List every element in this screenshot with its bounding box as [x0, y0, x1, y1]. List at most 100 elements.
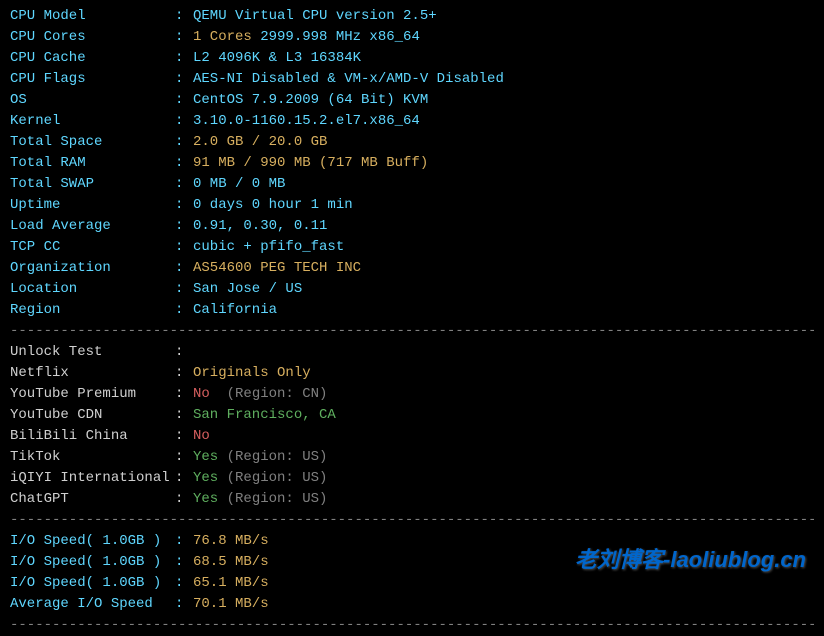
io-speed-1-value: 76.8 MB/s: [193, 533, 269, 549]
separator: :: [175, 48, 193, 69]
cpu-model-row: CPU Model: QEMU Virtual CPU version 2.5+: [10, 6, 814, 27]
load-avg-value: 0.91, 0.30, 0.11: [193, 218, 327, 234]
cpu-flags-label: CPU Flags: [10, 69, 175, 90]
separator: :: [175, 573, 193, 594]
netflix-row: Netflix: Originals Only: [10, 363, 814, 384]
tcp-cc-row: TCP CC: cubic + pfifo_fast: [10, 237, 814, 258]
separator: :: [175, 342, 193, 363]
youtube-premium-status: No: [193, 386, 210, 402]
total-ram-label: Total RAM: [10, 153, 175, 174]
bilibili-status: No: [193, 428, 210, 444]
io-avg-row: Average I/O Speed: 70.1 MB/s: [10, 594, 814, 615]
cpu-flags-value: AES-NI Disabled & VM-x/AMD-V Disabled: [193, 71, 504, 87]
separator: :: [175, 405, 193, 426]
separator: :: [175, 594, 193, 615]
tiktok-label: TikTok: [10, 447, 175, 468]
iqiyi-label: iQIYI International: [10, 468, 175, 489]
io-speed-2-label: I/O Speed( 1.0GB ): [10, 552, 175, 573]
separator: :: [175, 216, 193, 237]
unlock-test-header-row: Unlock Test:: [10, 342, 814, 363]
cpu-model-label: CPU Model: [10, 6, 175, 27]
io-avg-value: 70.1 MB/s: [193, 596, 269, 612]
youtube-premium-label: YouTube Premium: [10, 384, 175, 405]
section-divider: ----------------------------------------…: [10, 510, 814, 531]
youtube-cdn-row: YouTube CDN: San Francisco, CA: [10, 405, 814, 426]
io-speed-3-row: I/O Speed( 1.0GB ): 65.1 MB/s: [10, 573, 814, 594]
total-space-label: Total Space: [10, 132, 175, 153]
total-ram-row: Total RAM: 91 MB / 990 MB (717 MB Buff): [10, 153, 814, 174]
io-speed-1-label: I/O Speed( 1.0GB ): [10, 531, 175, 552]
unlock-test-header: Unlock Test: [10, 342, 175, 363]
separator: :: [175, 258, 193, 279]
youtube-cdn-label: YouTube CDN: [10, 405, 175, 426]
cpu-flags-row: CPU Flags: AES-NI Disabled & VM-x/AMD-V …: [10, 69, 814, 90]
separator: :: [175, 468, 193, 489]
separator: :: [175, 153, 193, 174]
uptime-row: Uptime: 0 days 0 hour 1 min: [10, 195, 814, 216]
cpu-cores-count: 1 Cores: [193, 29, 252, 45]
cpu-cache-value: L2 4096K & L3 16384K: [193, 50, 361, 66]
tiktok-status: Yes: [193, 449, 218, 465]
kernel-value: 3.10.0-1160.15.2.el7.x86_64: [193, 113, 420, 129]
cpu-cores-row: CPU Cores: 1 Cores 2999.998 MHz x86_64: [10, 27, 814, 48]
region-label: Region: [10, 300, 175, 321]
location-row: Location: San Jose / US: [10, 279, 814, 300]
cpu-cores-label: CPU Cores: [10, 27, 175, 48]
location-label: Location: [10, 279, 175, 300]
kernel-row: Kernel: 3.10.0-1160.15.2.el7.x86_64: [10, 111, 814, 132]
kernel-label: Kernel: [10, 111, 175, 132]
cpu-cache-label: CPU Cache: [10, 48, 175, 69]
separator: :: [175, 132, 193, 153]
io-speed-3-label: I/O Speed( 1.0GB ): [10, 573, 175, 594]
io-speed-3-value: 65.1 MB/s: [193, 575, 269, 591]
chatgpt-region: (Region: US): [218, 491, 327, 507]
separator: :: [175, 363, 193, 384]
location-value: San Jose / US: [193, 281, 302, 297]
netflix-status: Originals Only: [193, 365, 311, 381]
organization-value: AS54600 PEG TECH INC: [193, 260, 361, 276]
load-avg-row: Load Average: 0.91, 0.30, 0.11: [10, 216, 814, 237]
organization-label: Organization: [10, 258, 175, 279]
separator: :: [175, 279, 193, 300]
iqiyi-region: (Region: US): [218, 470, 327, 486]
bilibili-label: BiliBili China: [10, 426, 175, 447]
watermark-text: 老刘博客-laoliublog.cn: [575, 543, 806, 576]
cpu-cores-freq: 2999.998 MHz x86_64: [260, 29, 420, 45]
separator: :: [175, 552, 193, 573]
region-value: California: [193, 302, 277, 318]
chatgpt-label: ChatGPT: [10, 489, 175, 510]
youtube-premium-row: YouTube Premium: No (Region: CN): [10, 384, 814, 405]
total-swap-row: Total SWAP: 0 MB / 0 MB: [10, 174, 814, 195]
total-ram-value: 91 MB / 990 MB (717 MB Buff): [193, 155, 428, 171]
cpu-model-value: QEMU Virtual CPU version 2.5+: [193, 8, 437, 24]
os-row: OS: CentOS 7.9.2009 (64 Bit) KVM: [10, 90, 814, 111]
section-divider: ----------------------------------------…: [10, 321, 814, 342]
separator: :: [175, 237, 193, 258]
bilibili-row: BiliBili China: No: [10, 426, 814, 447]
separator: :: [175, 90, 193, 111]
chatgpt-status: Yes: [193, 491, 218, 507]
separator: :: [175, 195, 193, 216]
separator: :: [175, 27, 193, 48]
tcp-cc-value: cubic + pfifo_fast: [193, 239, 344, 255]
total-space-row: Total Space: 2.0 GB / 20.0 GB: [10, 132, 814, 153]
separator: :: [175, 69, 193, 90]
separator: :: [175, 300, 193, 321]
total-swap-label: Total SWAP: [10, 174, 175, 195]
region-row: Region: California: [10, 300, 814, 321]
os-value: CentOS 7.9.2009 (64 Bit) KVM: [193, 92, 428, 108]
netflix-label: Netflix: [10, 363, 175, 384]
os-label: OS: [10, 90, 175, 111]
chatgpt-row: ChatGPT: Yes (Region: US): [10, 489, 814, 510]
separator: :: [175, 384, 193, 405]
io-speed-2-value: 68.5 MB/s: [193, 554, 269, 570]
separator: :: [175, 447, 193, 468]
separator: :: [175, 489, 193, 510]
organization-row: Organization: AS54600 PEG TECH INC: [10, 258, 814, 279]
separator: :: [175, 6, 193, 27]
tcp-cc-label: TCP CC: [10, 237, 175, 258]
iqiyi-status: Yes: [193, 470, 218, 486]
separator: :: [175, 426, 193, 447]
separator: :: [175, 174, 193, 195]
uptime-value: 0 days 0 hour 1 min: [193, 197, 353, 213]
